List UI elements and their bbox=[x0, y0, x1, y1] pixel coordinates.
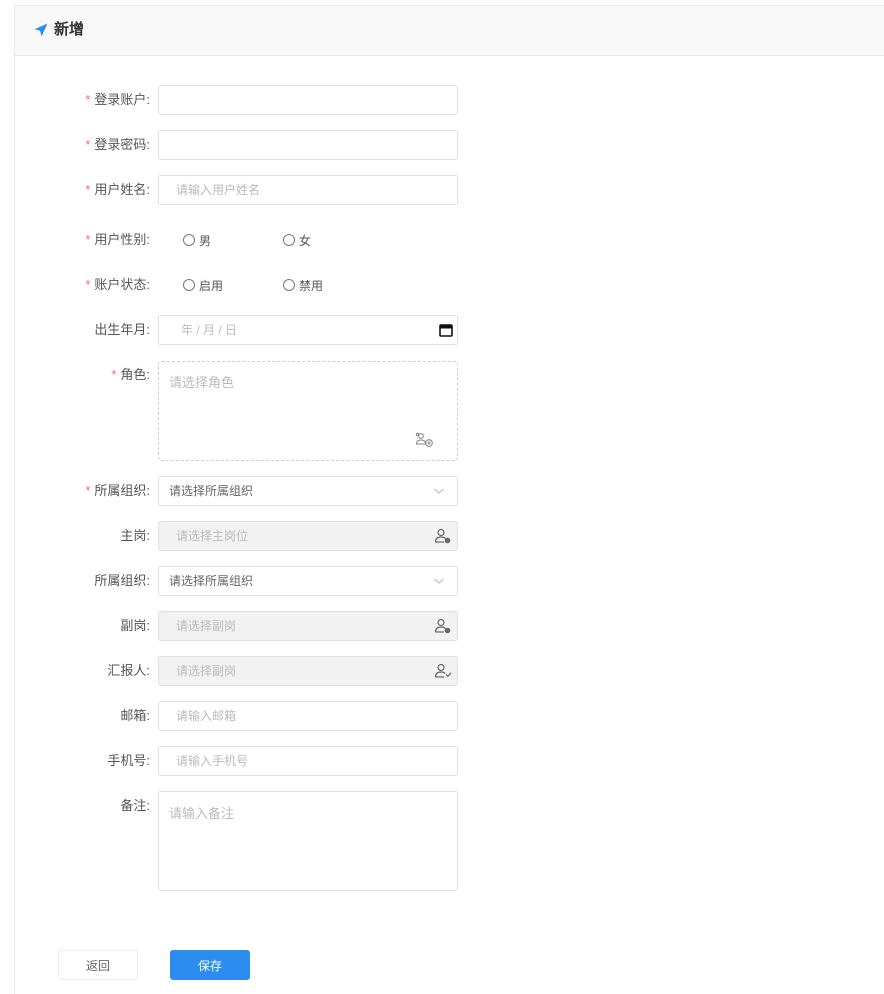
user-add-icon[interactable] bbox=[434, 618, 452, 634]
username-input[interactable]: 请输入用户姓名 bbox=[158, 175, 458, 205]
gender-radio-female[interactable]: 女 bbox=[283, 225, 311, 255]
status-label: * 账户状态: bbox=[85, 277, 150, 292]
user-check-icon[interactable] bbox=[434, 663, 452, 679]
username-placeholder: 请输入用户姓名 bbox=[176, 183, 261, 197]
phone-input[interactable]: 请输入手机号 bbox=[158, 746, 458, 776]
birth-label: 出生年月: bbox=[94, 322, 150, 337]
account-label: * 登录账户: bbox=[85, 92, 150, 107]
chevron-down-icon bbox=[434, 488, 444, 494]
save-button[interactable]: 保存 bbox=[170, 950, 250, 980]
gender-label: * 用户性别: bbox=[85, 232, 150, 247]
org-label: 所属组织: bbox=[94, 573, 150, 588]
email-placeholder: 请输入邮箱 bbox=[176, 709, 237, 723]
page-title: 新增 bbox=[54, 21, 85, 38]
org-label-required: * 所属组织: bbox=[85, 483, 150, 498]
email-label: 邮箱: bbox=[120, 708, 150, 723]
main-post-input[interactable]: 请选择主岗位 bbox=[158, 521, 458, 551]
send-arrow-icon bbox=[34, 23, 48, 37]
account-input[interactable] bbox=[158, 85, 458, 115]
main-post-label: 主岗: bbox=[120, 528, 150, 543]
remark-textarea[interactable]: 请输入备注 bbox=[158, 791, 458, 891]
username-label: * 用户姓名: bbox=[85, 182, 150, 197]
reporter-input[interactable]: 请选择副岗 bbox=[158, 656, 458, 686]
calendar-icon[interactable] bbox=[439, 323, 453, 337]
birth-date-input[interactable]: 年 / 月 / 日 bbox=[158, 315, 458, 345]
password-label: * 登录密码: bbox=[85, 137, 150, 152]
birth-placeholder: 年 / 月 / 日 bbox=[181, 323, 238, 337]
sub-post-input[interactable]: 请选择副岗 bbox=[158, 611, 458, 641]
back-button[interactable]: 返回 bbox=[58, 950, 138, 980]
password-input[interactable] bbox=[158, 130, 458, 160]
add-users-icon[interactable] bbox=[415, 432, 435, 448]
user-add-icon[interactable] bbox=[434, 528, 452, 544]
panel-header: 新增 bbox=[15, 6, 884, 56]
main-post-placeholder: 请选择主岗位 bbox=[176, 529, 249, 543]
phone-placeholder: 请输入手机号 bbox=[176, 754, 249, 768]
org-select-required[interactable]: 请选择所属组织 bbox=[158, 476, 458, 506]
reporter-label: 汇报人: bbox=[107, 663, 150, 678]
org-select-value: 请选择所属组织 bbox=[169, 484, 254, 498]
org-select[interactable]: 请选择所属组织 bbox=[158, 566, 458, 596]
reporter-placeholder: 请选择副岗 bbox=[176, 664, 237, 678]
chevron-down-icon bbox=[434, 578, 444, 584]
remark-label: 备注: bbox=[120, 798, 150, 813]
email-input[interactable]: 请输入邮箱 bbox=[158, 701, 458, 731]
remark-placeholder: 请输入备注 bbox=[169, 806, 235, 821]
gender-radio-male[interactable]: 男 bbox=[183, 225, 211, 255]
role-label: * 角色: bbox=[111, 367, 150, 382]
sub-post-placeholder: 请选择副岗 bbox=[176, 619, 237, 633]
status-radio-enabled[interactable]: 启用 bbox=[183, 270, 223, 300]
status-radio-disabled[interactable]: 禁用 bbox=[283, 270, 323, 300]
sub-post-label: 副岗: bbox=[120, 618, 150, 633]
phone-label: 手机号: bbox=[107, 753, 150, 768]
role-placeholder: 请选择角色 bbox=[169, 375, 235, 390]
role-selector[interactable]: 请选择角色 bbox=[158, 361, 458, 461]
org-select-value: 请选择所属组织 bbox=[169, 574, 254, 588]
